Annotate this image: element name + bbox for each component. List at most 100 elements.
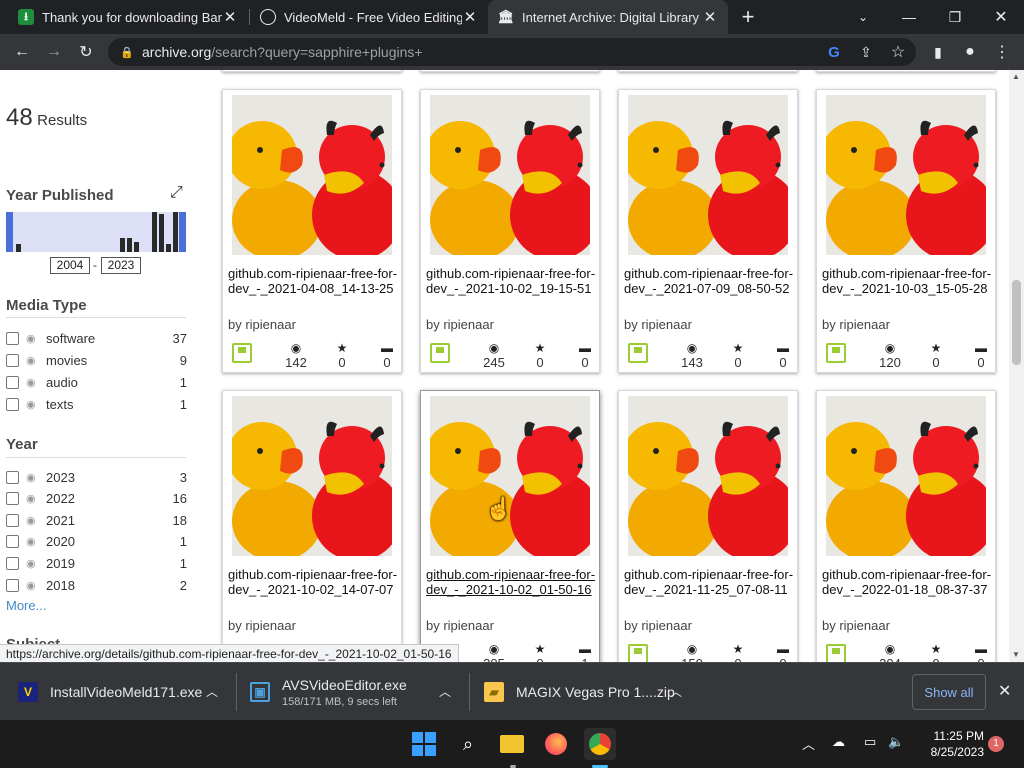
tab-thank-you[interactable]: ⭳ Thank you for downloading Band ✕ — [8, 0, 248, 34]
histogram-bar[interactable] — [173, 212, 178, 252]
result-card[interactable]: github.com-ripienaar-free-for-dev_-_2021… — [222, 89, 402, 373]
scroll-down-arrow-icon[interactable]: ▼ — [1012, 650, 1020, 659]
eye-icon[interactable]: ◉ — [26, 492, 40, 505]
profile-avatar-icon[interactable]: ● — [956, 38, 984, 66]
new-tab-button[interactable]: + — [734, 3, 762, 31]
year-from-input[interactable]: 2004 — [50, 257, 90, 274]
histogram-bar[interactable] — [166, 244, 171, 252]
rubber-ducks-thumbnail[interactable] — [628, 396, 788, 556]
eye-icon[interactable]: ◉ — [26, 471, 40, 484]
tab-close-icon[interactable]: ✕ — [702, 8, 718, 26]
eye-icon[interactable]: ◉ — [26, 514, 40, 527]
result-title-link[interactable]: github.com-ripienaar-free-for-dev_-_2021… — [822, 266, 992, 296]
checkbox[interactable] — [6, 331, 19, 345]
histogram-bar[interactable] — [127, 238, 132, 252]
rubber-ducks-thumbnail[interactable] — [430, 396, 590, 556]
show-all-downloads-button[interactable]: Show all — [912, 674, 986, 710]
rubber-ducks-thumbnail[interactable] — [628, 95, 788, 255]
tab-close-icon[interactable]: ✕ — [462, 8, 478, 26]
checkbox[interactable] — [6, 353, 19, 367]
bookmark-star-icon[interactable]: ☆ — [884, 38, 912, 66]
network-icon[interactable]: ▭ — [864, 734, 876, 750]
forward-arrow-icon[interactable]: → — [40, 38, 68, 66]
year-to-input[interactable]: 2023 — [101, 257, 141, 274]
download-item[interactable]: V InstallVideoMeld171.exe ︿ — [18, 663, 228, 721]
year-facet-row[interactable]: ◉ 2023 3 — [6, 469, 187, 485]
checkbox[interactable] — [6, 578, 19, 592]
result-title-link[interactable]: github.com-ripienaar-free-for-dev_-_2021… — [228, 266, 398, 296]
google-lens-icon[interactable]: G — [820, 38, 848, 66]
result-card[interactable]: github.com-ripienaar-free-for-dev_-_2022… — [816, 390, 996, 662]
checkbox[interactable] — [6, 556, 19, 570]
share-icon[interactable]: ⇪ — [852, 38, 880, 66]
range-handle-right[interactable] — [179, 212, 186, 252]
year-histogram[interactable] — [6, 212, 186, 252]
minimize-button[interactable]: — — [886, 0, 932, 34]
reload-icon[interactable]: ↻ — [72, 38, 100, 66]
eye-icon[interactable]: ◉ — [26, 332, 40, 345]
result-title-link[interactable]: github.com-ripienaar-free-for-dev_-_2021… — [426, 266, 596, 296]
media-type-facet-row[interactable]: ◉ movies 9 — [6, 352, 187, 368]
histogram-bar[interactable] — [152, 212, 157, 252]
year-facet-row[interactable]: ◉ 2022 16 — [6, 491, 187, 507]
result-card[interactable]: github.com-ripienaar-free-for-dev_-_2021… — [618, 390, 798, 662]
notification-badge[interactable]: 1 — [988, 736, 1004, 752]
download-item[interactable]: ▣ AVSVideoEditor.exe 158/171 MB, 9 secs … — [250, 663, 460, 721]
checkbox[interactable] — [6, 492, 19, 506]
windows-start-icon[interactable] — [408, 728, 440, 760]
close-window-button[interactable]: ✕ — [978, 0, 1024, 34]
expand-icon[interactable]: ⤢ — [170, 184, 183, 202]
eye-icon[interactable]: ◉ — [26, 557, 40, 570]
file-explorer-icon[interactable] — [496, 728, 528, 760]
checkbox[interactable] — [6, 470, 19, 484]
year-facet-row[interactable]: ◉ 2021 18 — [6, 512, 187, 528]
checkbox[interactable] — [6, 535, 19, 549]
result-title-link[interactable]: github.com-ripienaar-free-for-dev_-_2021… — [624, 567, 794, 597]
result-card[interactable]: github.com-ripienaar-free-for-dev_-_2021… — [420, 390, 600, 662]
eye-icon[interactable]: ◉ — [26, 354, 40, 367]
result-card[interactable]: github.com-ripienaar-free-for-dev_-_2021… — [222, 390, 402, 662]
result-card[interactable]: github.com-ripienaar-free-for-dev_-_2021… — [420, 89, 600, 373]
checkbox[interactable] — [6, 397, 19, 411]
result-title-link[interactable]: github.com-ripienaar-free-for-dev_-_2021… — [228, 567, 398, 597]
tab-close-icon[interactable]: ✕ — [222, 8, 238, 26]
checkbox[interactable] — [6, 375, 19, 389]
result-title-link[interactable]: github.com-ripienaar-free-for-dev_-_2021… — [426, 567, 596, 597]
volume-icon[interactable]: 🔈 — [888, 734, 904, 750]
tray-chevron-up-icon[interactable]: ︿ — [802, 734, 815, 753]
side-panel-icon[interactable]: ▮ — [924, 38, 952, 66]
cloud-offline-icon[interactable]: ☁ — [832, 734, 845, 750]
more-years-link[interactable]: More... — [6, 598, 46, 613]
address-bar[interactable]: 🔒 archive.org/search?query=sapphire+plug… — [108, 38, 916, 66]
back-arrow-icon[interactable]: ← — [8, 38, 36, 66]
scroll-up-arrow-icon[interactable]: ▲ — [1012, 72, 1020, 81]
histogram-bar[interactable] — [120, 238, 125, 252]
tab-internet-archive[interactable]: 🏛 Internet Archive: Digital Library o ✕ — [488, 0, 728, 34]
chevron-up-icon[interactable]: ︿ — [670, 683, 682, 700]
histogram-bar[interactable] — [159, 214, 164, 252]
histogram-bar[interactable] — [134, 242, 139, 252]
result-card[interactable]: github.com-ripienaar-free-for-dev_-_2021… — [618, 89, 798, 373]
media-type-facet-row[interactable]: ◉ software 37 — [6, 330, 187, 346]
histogram-bar[interactable] — [16, 244, 21, 252]
menu-kebab-icon[interactable]: ⋮ — [988, 38, 1016, 66]
chevron-up-icon[interactable]: ︿ — [206, 683, 218, 700]
chrome-icon[interactable] — [584, 728, 616, 760]
restore-button[interactable]: ❐ — [932, 0, 978, 34]
rubber-ducks-thumbnail[interactable] — [232, 396, 392, 556]
result-title-link[interactable]: github.com-ripienaar-free-for-dev_-_2021… — [624, 266, 794, 296]
eye-icon[interactable]: ◉ — [26, 579, 40, 592]
rubber-ducks-thumbnail[interactable] — [232, 95, 392, 255]
checkbox[interactable] — [6, 513, 19, 527]
rubber-ducks-thumbnail[interactable] — [430, 95, 590, 255]
download-item[interactable]: ▰ MAGIX Vegas Pro 1....zip ︿ — [484, 663, 694, 721]
eye-icon[interactable]: ◉ — [26, 376, 40, 389]
search-icon[interactable]: ⌕ — [452, 728, 484, 760]
clock[interactable]: 11:25 PM 8/25/2023 — [918, 728, 984, 760]
result-card[interactable]: github.com-ripienaar-free-for-dev_-_2021… — [816, 89, 996, 373]
tab-videomeld[interactable]: VideoMeld - Free Video Editing S ✕ — [250, 0, 488, 34]
media-type-facet-row[interactable]: ◉ texts 1 — [6, 396, 187, 412]
eye-icon[interactable]: ◉ — [26, 535, 40, 548]
chevron-up-icon[interactable]: ︿ — [439, 683, 451, 700]
eye-icon[interactable]: ◉ — [26, 398, 40, 411]
